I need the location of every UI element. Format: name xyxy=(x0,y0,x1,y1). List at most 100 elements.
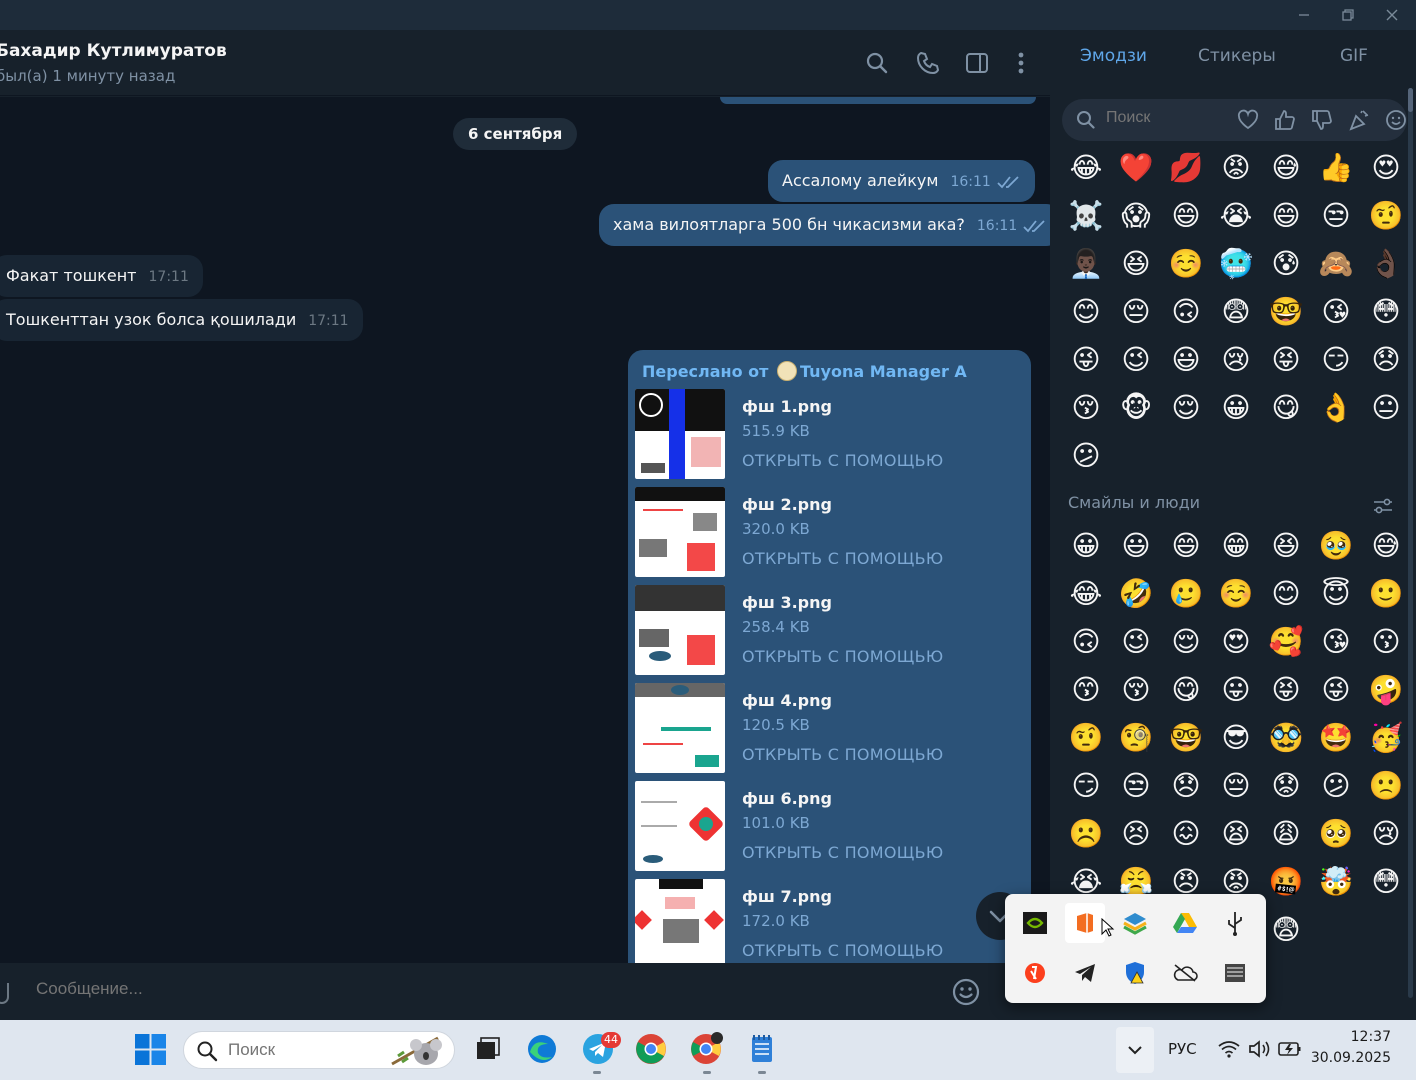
emoji-item[interactable]: 😅 xyxy=(1266,148,1306,188)
emoji-item[interactable]: 👌🏿 xyxy=(1366,244,1406,284)
tab-gif[interactable]: GIF xyxy=(1340,46,1368,66)
emoji-item[interactable]: 🙂 xyxy=(1366,574,1406,614)
emoji-item[interactable]: 😀 xyxy=(1216,388,1256,428)
emoji-item[interactable]: 😍 xyxy=(1216,622,1256,662)
emoji-item[interactable]: 😞 xyxy=(1366,340,1406,380)
file-thumbnail[interactable] xyxy=(635,781,725,871)
emoji-item[interactable]: 😳 xyxy=(1366,862,1406,902)
emoji-item[interactable]: 😆 xyxy=(1266,526,1306,566)
emoji-item[interactable]: 😊 xyxy=(1066,292,1106,332)
emoji-item[interactable]: 😀 xyxy=(1066,526,1106,566)
heart-icon[interactable] xyxy=(1237,109,1259,131)
emoji-item[interactable]: 😌 xyxy=(1166,388,1206,428)
language-indicator[interactable]: РУС xyxy=(1168,1040,1197,1058)
emoji-item[interactable]: 🤯 xyxy=(1316,862,1356,902)
more-menu-icon[interactable] xyxy=(1008,50,1034,76)
emoji-item[interactable]: 😛 xyxy=(1216,670,1256,710)
office-icon[interactable] xyxy=(1065,903,1105,943)
emoji-item[interactable]: 😢 xyxy=(1366,814,1406,854)
emoji-item[interactable]: 🧐 xyxy=(1116,718,1156,758)
emoji-item[interactable]: 🙈 xyxy=(1316,244,1356,284)
open-with-button[interactable]: ОТКРЫТЬ С ПОМОЩЬЮ xyxy=(742,843,943,862)
emoji-item[interactable]: 😐 xyxy=(1366,388,1406,428)
emoji-item[interactable]: 😋 xyxy=(1266,388,1306,428)
emoji-item[interactable]: ☺️ xyxy=(1216,574,1256,614)
file-attachment[interactable]: фш 1.png 515.9 KB ОТКРЫТЬ С ПОМОЩЬЮ xyxy=(635,389,1025,481)
emoji-item[interactable]: 😕 xyxy=(1316,766,1356,806)
emoji-item[interactable]: 😁 xyxy=(1216,526,1256,566)
device-manager-icon[interactable] xyxy=(1215,953,1255,993)
emoji-item[interactable]: 😏 xyxy=(1066,766,1106,806)
emoji-item[interactable]: ☠️ xyxy=(1066,196,1106,236)
task-view-icon[interactable] xyxy=(470,1032,504,1066)
file-attachment[interactable]: фш 7.png 172.0 KB ОТКРЫТЬ С ПОМОЩЬЮ xyxy=(635,879,1025,963)
emoji-item[interactable]: 😉 xyxy=(1116,340,1156,380)
tab-emoji[interactable]: Эмодзи xyxy=(1080,46,1147,66)
emoji-item[interactable]: ☹️ xyxy=(1066,814,1106,854)
file-thumbnail[interactable] xyxy=(635,487,725,577)
file-name[interactable]: фш 4.png xyxy=(742,691,832,710)
emoji-item[interactable]: 😭 xyxy=(1216,196,1256,236)
emoji-item[interactable]: 😝 xyxy=(1266,670,1306,710)
open-with-button[interactable]: ОТКРЫТЬ С ПОМОЩЬЮ xyxy=(742,941,943,960)
emoji-item[interactable]: 😡 xyxy=(1216,148,1256,188)
emoji-item[interactable]: 😜 xyxy=(1316,670,1356,710)
emoji-item[interactable]: 🤪 xyxy=(1366,670,1406,710)
forwarded-header[interactable]: Переслано от Tuyona Manager A xyxy=(642,361,967,381)
emoji-item[interactable]: 😱 xyxy=(1116,196,1156,236)
emoji-item[interactable]: 🥰 xyxy=(1266,622,1306,662)
emoji-item[interactable]: 😂 xyxy=(1066,148,1106,188)
battery-charging-icon[interactable] xyxy=(1278,1041,1302,1057)
tray-overflow-button[interactable] xyxy=(1116,1027,1154,1073)
emoji-toggle-icon[interactable] xyxy=(951,977,981,1007)
notepad-icon[interactable] xyxy=(745,1032,779,1066)
file-name[interactable]: фш 3.png xyxy=(742,593,832,612)
clock-time[interactable]: 12:37 xyxy=(1321,1029,1391,1045)
chrome-profile-icon[interactable] xyxy=(689,1032,723,1066)
emoji-search-input[interactable] xyxy=(1106,109,1216,127)
emoji-item[interactable]: 😔 xyxy=(1216,766,1256,806)
emoji-item[interactable]: 🐵 xyxy=(1116,388,1156,428)
emoji-item[interactable]: 😘 xyxy=(1316,622,1356,662)
emoji-item[interactable]: 😟 xyxy=(1266,766,1306,806)
emoji-item[interactable]: 😂 xyxy=(1066,574,1106,614)
emoji-scrollbar-thumb[interactable] xyxy=(1408,88,1413,112)
emoji-item[interactable]: 😒 xyxy=(1316,196,1356,236)
emoji-scrollbar[interactable] xyxy=(1408,88,1413,998)
emoji-item[interactable]: 😃 xyxy=(1166,340,1206,380)
emoji-item[interactable]: 😣 xyxy=(1116,814,1156,854)
emoji-item[interactable]: 😞 xyxy=(1166,766,1206,806)
emoji-item[interactable]: 😄 xyxy=(1266,196,1306,236)
emoji-item[interactable]: 😇 xyxy=(1316,574,1356,614)
close-window-button[interactable] xyxy=(1370,0,1414,30)
emoji-item[interactable]: 😘 xyxy=(1316,292,1356,332)
emoji-item[interactable]: 🥹 xyxy=(1316,526,1356,566)
emoji-item[interactable]: 🤬 xyxy=(1266,862,1306,902)
thumbs-up-icon[interactable] xyxy=(1274,109,1296,131)
open-with-button[interactable]: ОТКРЫТЬ С ПОМОЩЬЮ xyxy=(742,745,943,764)
emoji-item[interactable]: 😍 xyxy=(1366,148,1406,188)
emoji-item[interactable]: 🤨 xyxy=(1366,196,1406,236)
file-thumbnail[interactable] xyxy=(635,879,725,963)
incoming-message[interactable]: Факат тошкент 17:11 xyxy=(0,255,203,297)
emoji-item[interactable]: 🥶 xyxy=(1216,244,1256,284)
file-thumbnail[interactable] xyxy=(635,389,725,479)
emoji-item[interactable]: 😎 xyxy=(1216,718,1256,758)
file-attachment[interactable]: фш 6.png 101.0 KB ОТКРЫТЬ С ПОМОЩЬЮ xyxy=(635,781,1025,873)
file-name[interactable]: фш 6.png xyxy=(742,789,832,808)
open-with-button[interactable]: ОТКРЫТЬ С ПОМОЩЬЮ xyxy=(742,451,943,470)
onedrive-offline-icon[interactable] xyxy=(1165,953,1205,993)
emoji-item[interactable]: 🤓 xyxy=(1266,292,1306,332)
emoji-item[interactable]: ☺️ xyxy=(1166,244,1206,284)
forwarded-source[interactable]: Tuyona Manager A xyxy=(800,362,967,381)
emoji-item[interactable]: 😊 xyxy=(1266,574,1306,614)
emoji-item[interactable]: 😆 xyxy=(1116,244,1156,284)
emoji-item[interactable]: 🙁 xyxy=(1366,766,1406,806)
usb-icon[interactable] xyxy=(1215,903,1255,943)
emoji-item[interactable]: 💋 xyxy=(1166,148,1206,188)
search-icon[interactable] xyxy=(864,50,890,76)
emoji-item[interactable]: 😋 xyxy=(1166,670,1206,710)
emoji-item[interactable]: 😕 xyxy=(1066,436,1106,476)
google-drive-icon[interactable] xyxy=(1165,903,1205,943)
file-name[interactable]: фш 7.png xyxy=(742,887,832,906)
